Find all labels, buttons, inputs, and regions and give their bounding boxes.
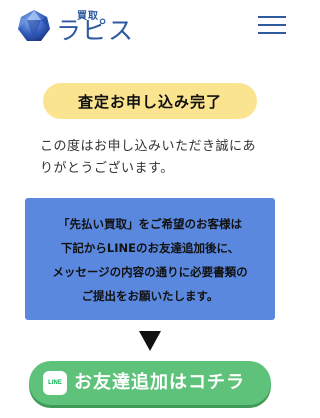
notice-line: ご提出をお願いたします。 xyxy=(81,289,219,303)
line-add-friend-label: お友達追加はコチラ xyxy=(74,372,245,393)
notice-line: メッセージの内容の通りに必要書類の xyxy=(52,265,248,279)
site-header: 買取 ラピス xyxy=(0,0,300,52)
completion-badge: 査定お申し込み完了 xyxy=(43,83,257,119)
line-add-friend-button[interactable]: LINE お友達追加はコチラ xyxy=(29,361,271,405)
gem-icon xyxy=(18,10,50,41)
down-arrow-icon xyxy=(139,331,161,351)
thanks-message: この度はお申し込みいただき誠にありがとうございます。 xyxy=(40,139,257,176)
line-icon-text: LINE xyxy=(48,380,62,386)
hamburger-menu-icon[interactable] xyxy=(258,13,286,37)
menu-line xyxy=(258,24,286,26)
menu-line xyxy=(258,32,286,34)
menu-line xyxy=(258,16,286,18)
prepay-notice-box: 「先払い買取」をご希望のお客様は 下記からLINEのお友達追加後に、 メッセージ… xyxy=(25,198,275,320)
line-icon: LINE xyxy=(43,371,67,395)
logo-title[interactable]: ラピス xyxy=(56,16,134,46)
notice-line: 下記からLINEのお友達追加後に、 xyxy=(60,241,240,255)
notice-line: 「先払い買取」をご希望のお客様は xyxy=(58,217,242,231)
